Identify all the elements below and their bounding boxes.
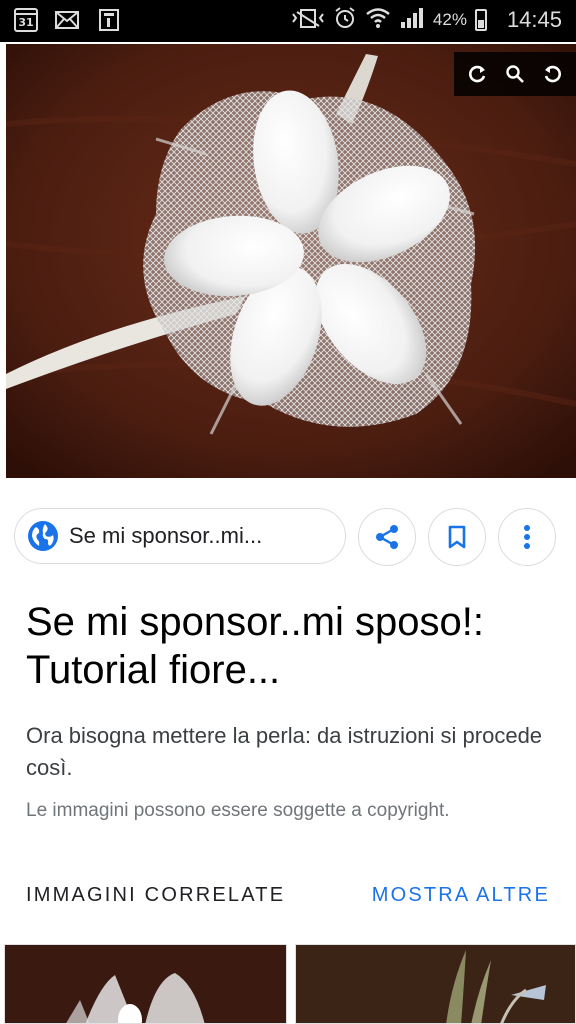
save-button[interactable] bbox=[428, 508, 486, 566]
result-image[interactable] bbox=[6, 44, 576, 478]
globe-icon bbox=[28, 521, 58, 551]
share-button[interactable] bbox=[358, 508, 416, 566]
wifi-icon bbox=[365, 6, 391, 34]
search-icon[interactable] bbox=[502, 61, 528, 87]
source-label: Se mi sponsor..mi... bbox=[69, 523, 263, 548]
battery-percent: 42% bbox=[432, 10, 467, 29]
result-title[interactable]: Se mi sponsor..mi sposo!: Tutorial fiore… bbox=[26, 598, 556, 694]
calendar-day: 31 bbox=[18, 16, 34, 29]
related-images-strip bbox=[4, 944, 576, 1024]
rotate-icon[interactable] bbox=[539, 61, 565, 87]
clipboard-icon bbox=[96, 8, 122, 32]
related-thumbnail[interactable] bbox=[295, 944, 576, 1024]
signal-icon bbox=[399, 6, 425, 34]
image-toolbar bbox=[454, 52, 576, 96]
mail-icon bbox=[54, 8, 80, 32]
related-images-heading: IMMAGINI CORRELATE bbox=[26, 884, 286, 906]
vibrate-mute-icon bbox=[291, 7, 325, 33]
bookmark-icon bbox=[448, 525, 466, 549]
source-link-chip[interactable]: Se mi sponsor..mi... bbox=[14, 508, 346, 564]
more-options-button[interactable] bbox=[498, 508, 556, 566]
result-description: Ora bisogna mettere la perla: da istruzi… bbox=[26, 723, 543, 780]
related-thumbnail[interactable] bbox=[4, 944, 287, 1024]
status-bar: 31 42% 14:45 bbox=[0, 0, 576, 42]
result-actions: Se mi sponsor..mi... bbox=[14, 508, 562, 566]
clock-time: 14:45 bbox=[506, 7, 562, 32]
show-more-link[interactable]: MOSTRA ALTRE bbox=[372, 884, 550, 907]
alarm-icon bbox=[333, 6, 357, 34]
share-icon bbox=[376, 525, 398, 549]
lens-refresh-icon[interactable] bbox=[465, 61, 491, 87]
flower-photo bbox=[6, 44, 576, 478]
more-vert-icon bbox=[524, 525, 530, 549]
related-thumbnail-image bbox=[296, 945, 575, 1023]
battery-icon bbox=[474, 9, 487, 31]
calendar-icon: 31 bbox=[14, 8, 38, 32]
copyright-notice: Le immagini possono essere soggette a co… bbox=[26, 800, 450, 821]
related-thumbnail-image bbox=[5, 945, 286, 1023]
